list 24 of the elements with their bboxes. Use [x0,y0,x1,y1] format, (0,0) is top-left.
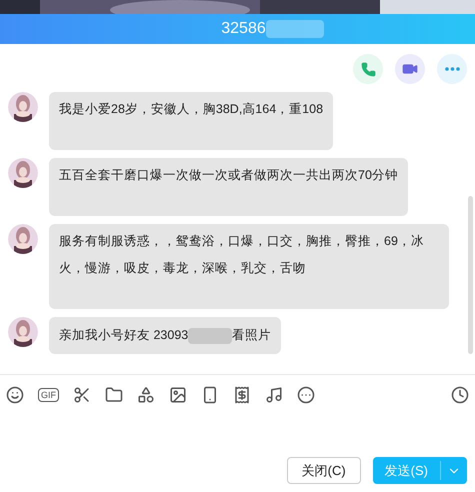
more-icon [444,67,460,71]
phone-icon [360,62,376,76]
scissors-icon[interactable] [73,386,91,404]
image-icon[interactable] [169,386,187,404]
message-text: 看照片 [232,327,272,344]
more-icon[interactable] [297,386,315,404]
redaction-mark [266,20,324,38]
close-button[interactable]: 关闭(C) [286,457,361,484]
folder-icon[interactable] [105,386,123,404]
music-icon[interactable] [265,386,283,404]
history-icon[interactable] [451,386,469,404]
phone-shake-icon[interactable] [201,386,219,404]
video-call-button[interactable] [395,54,425,84]
message-text: 我是小爱28岁，安徽人，胸38D,高164，重108 [59,102,324,116]
gif-button[interactable]: GIF [38,388,59,402]
message-text: 亲加我小号好友 23093 [59,327,188,344]
call-button[interactable] [353,54,383,84]
message-text: 五百全套干磨口爆一次做一次或者做两次一共出两次70分钟 [59,168,398,182]
receipt-icon[interactable] [233,386,251,404]
emoji-icon[interactable] [6,386,24,404]
message-text: 服务有制服诱惑，，鸳鸯浴，口爆，口交，胸推，臀推，69，冰火，慢游，吸皮，毒龙，深喉，乳交，舌吻 [59,234,424,275]
shapes-icon[interactable] [137,386,155,404]
more-button[interactable] [437,54,467,84]
window-title: 32586 [221,19,266,39]
